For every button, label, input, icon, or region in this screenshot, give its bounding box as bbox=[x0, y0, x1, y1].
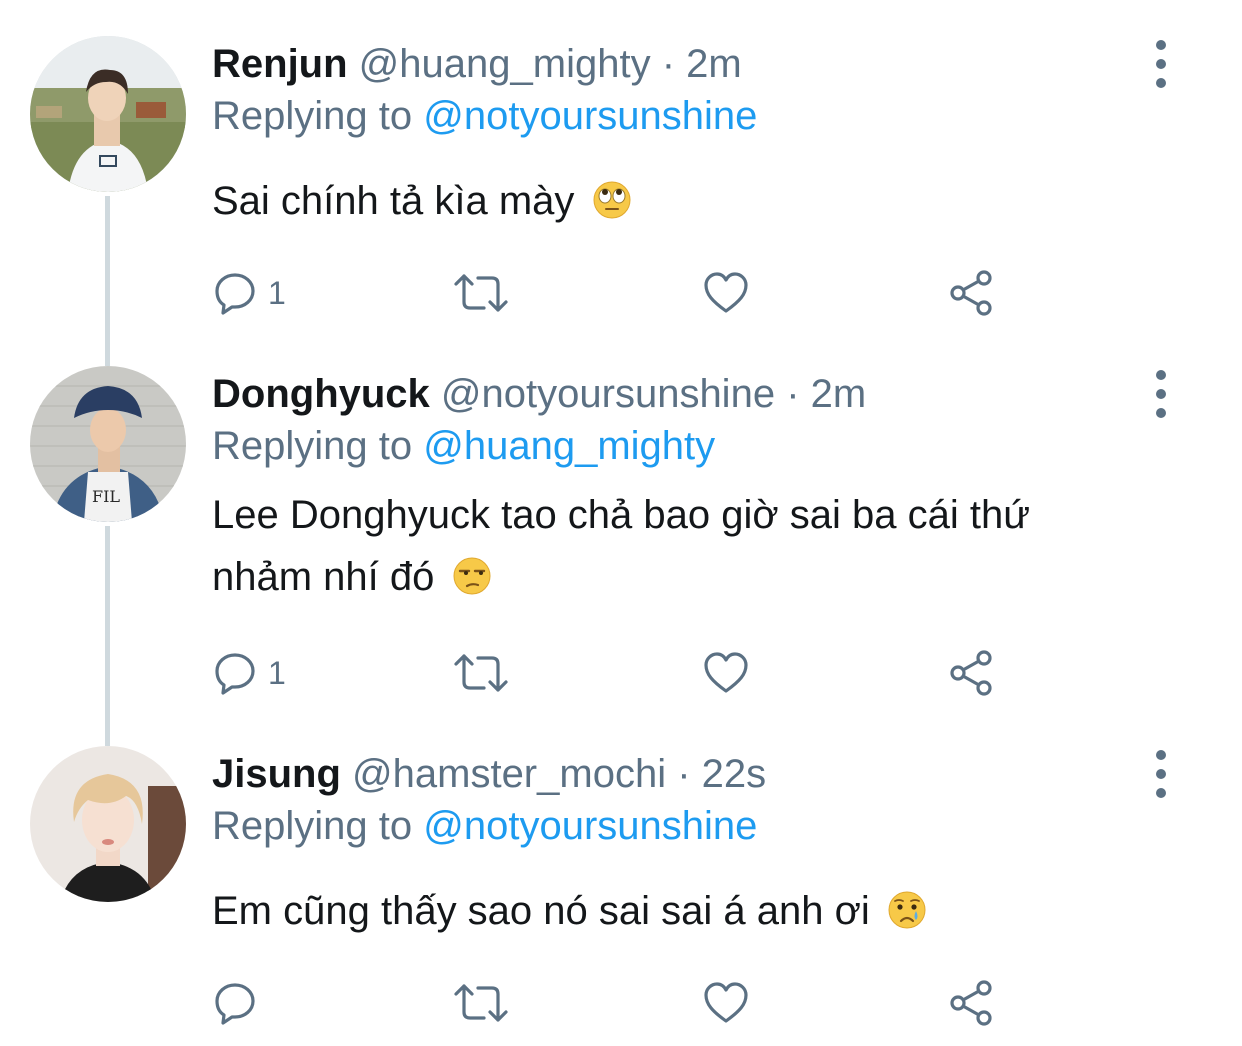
more-options-icon[interactable] bbox=[1146, 40, 1176, 88]
share-icon bbox=[950, 650, 992, 696]
tweet-text: Em cũng thấy sao nó sai sai á anh ơi bbox=[212, 880, 927, 948]
retweet-icon bbox=[454, 654, 508, 692]
retweet-button[interactable] bbox=[452, 978, 510, 1028]
tweet-actions: 1 bbox=[212, 648, 1032, 698]
tweet-header: Renjun @huang_mighty · 2m bbox=[212, 36, 742, 92]
crying-face-emoji bbox=[887, 886, 927, 948]
heart-icon bbox=[704, 272, 748, 313]
like-button[interactable] bbox=[702, 978, 750, 1028]
replying-prefix: Replying to bbox=[212, 424, 413, 468]
tweet-actions bbox=[212, 978, 1032, 1028]
display-name[interactable]: Donghyuck bbox=[212, 372, 430, 416]
tweet-text-line: Lee Donghyuck tao chả bao giờ sai ba cái… bbox=[212, 493, 1030, 537]
more-options-icon[interactable] bbox=[1146, 370, 1176, 418]
tweet-header: Donghyuck @notyoursunshine · 2m bbox=[212, 366, 866, 422]
reply-button[interactable]: 1 bbox=[212, 648, 286, 698]
heart-icon bbox=[704, 982, 748, 1023]
timestamp[interactable]: 2m bbox=[686, 42, 742, 86]
reply-icon bbox=[215, 273, 255, 315]
tweet-text-line: Sai chính tả kìa mày bbox=[212, 179, 575, 223]
replying-prefix: Replying to bbox=[212, 94, 413, 138]
timestamp[interactable]: 2m bbox=[811, 372, 867, 416]
share-button[interactable] bbox=[946, 648, 996, 698]
face-with-rolling-eyes-emoji bbox=[592, 176, 632, 238]
user-handle[interactable]: @huang_mighty bbox=[359, 42, 651, 86]
reply-button[interactable]: 1 bbox=[212, 268, 286, 318]
share-button[interactable] bbox=[946, 268, 996, 318]
tweet-text: Sai chính tả kìa mày bbox=[212, 170, 632, 238]
tweet-actions: 1 bbox=[212, 268, 1032, 318]
display-name[interactable]: Jisung bbox=[212, 752, 341, 796]
retweet-icon bbox=[454, 984, 508, 1022]
avatar[interactable]: FIL bbox=[30, 366, 186, 522]
tweet[interactable]: FIL Donghyuck @notyoursunshine · 2m Repl… bbox=[0, 366, 1242, 726]
unamused-face-emoji bbox=[452, 552, 492, 614]
separator-dot: · bbox=[786, 372, 800, 416]
reply-icon bbox=[215, 983, 255, 1025]
more-options-icon[interactable] bbox=[1146, 750, 1176, 798]
avatar[interactable] bbox=[30, 746, 186, 902]
tweet-text-line: nhảm nhí đó bbox=[212, 555, 435, 599]
timestamp[interactable]: 22s bbox=[702, 752, 767, 796]
replying-to: Replying to @huang_mighty bbox=[212, 418, 715, 474]
tweet-header: Jisung @hamster_mochi · 22s bbox=[212, 746, 766, 802]
tweet-text-line: Em cũng thấy sao nó sai sai á anh ơi bbox=[212, 889, 870, 933]
reply-button[interactable] bbox=[212, 978, 268, 1028]
user-handle[interactable]: @hamster_mochi bbox=[352, 752, 666, 796]
like-button[interactable] bbox=[702, 268, 750, 318]
svg-text:FIL: FIL bbox=[92, 487, 120, 506]
like-button[interactable] bbox=[702, 648, 750, 698]
tweet[interactable]: Jisung @hamster_mochi · 22s Replying to … bbox=[0, 746, 1242, 1036]
retweet-icon bbox=[454, 274, 508, 312]
replying-to-handle[interactable]: @notyoursunshine bbox=[423, 804, 757, 848]
separator-dot: · bbox=[677, 752, 691, 796]
share-icon bbox=[950, 270, 992, 316]
share-icon bbox=[950, 980, 992, 1026]
tweet-text: Lee Donghyuck tao chả bao giờ sai ba cái… bbox=[212, 484, 1030, 614]
replying-to-handle[interactable]: @huang_mighty bbox=[423, 424, 715, 468]
share-button[interactable] bbox=[946, 978, 996, 1028]
replying-to: Replying to @notyoursunshine bbox=[212, 88, 757, 144]
reply-icon bbox=[215, 653, 255, 695]
avatar[interactable] bbox=[30, 36, 186, 192]
tweet[interactable]: Renjun @huang_mighty · 2m Replying to @n… bbox=[0, 36, 1242, 336]
heart-icon bbox=[704, 652, 748, 693]
replying-prefix: Replying to bbox=[212, 804, 413, 848]
retweet-button[interactable] bbox=[452, 648, 510, 698]
user-handle[interactable]: @notyoursunshine bbox=[441, 372, 775, 416]
display-name[interactable]: Renjun bbox=[212, 42, 348, 86]
retweet-button[interactable] bbox=[452, 268, 510, 318]
replying-to: Replying to @notyoursunshine bbox=[212, 798, 757, 854]
separator-dot: · bbox=[661, 42, 676, 86]
reply-count: 1 bbox=[268, 274, 286, 311]
reply-count: 1 bbox=[268, 654, 286, 691]
replying-to-handle[interactable]: @notyoursunshine bbox=[423, 94, 757, 138]
